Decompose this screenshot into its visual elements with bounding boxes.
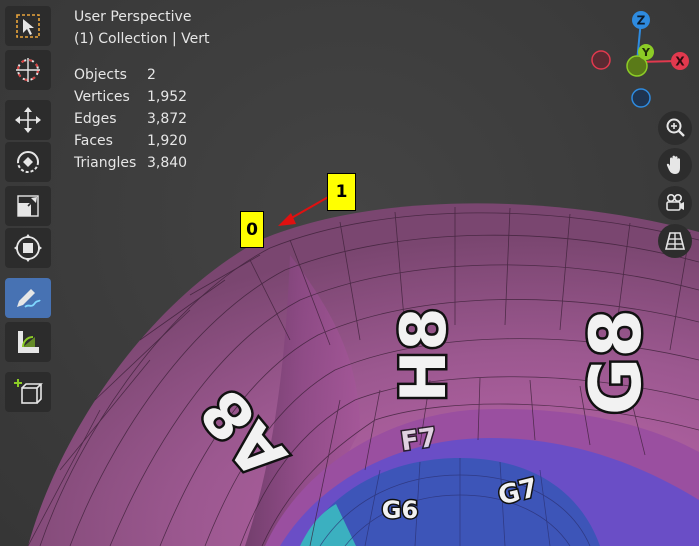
neg-x-axis-handle[interactable] [591,50,611,70]
annotate-icon [17,289,41,308]
add-cube-icon [14,379,43,404]
measure-icon [18,331,39,353]
annotate-tool[interactable] [5,278,51,318]
camera-view-button[interactable] [658,186,692,220]
stat-label: Faces [74,133,113,149]
mesh-label-f7: F7 [399,423,439,458]
cursor-icon [16,58,40,82]
measure-tool[interactable] [5,322,51,362]
scale-icon [17,195,39,217]
z-axis-label: Z [637,14,646,28]
x-axis-label: X [675,55,685,69]
stat-value: 1,952 [147,89,188,105]
stat-value: 1,920 [147,133,188,149]
zoom-button[interactable] [658,111,692,145]
mesh-label-h8: H8 [387,307,460,402]
move-tool[interactable] [5,100,51,140]
annotation-label-1: 1 [327,173,356,211]
viewport-title: User Perspective [74,9,192,25]
rotate-icon [17,151,39,173]
mesh-label-g6: G6 [382,496,418,524]
stat-triangles: Triangles 3,840 [74,152,187,174]
stat-objects: Objects 2 [74,64,187,86]
stat-faces: Faces 1,920 [74,130,187,152]
scene-statistics: Objects 2 Vertices 1,952 Edges 3,872 Fac… [74,64,187,174]
camera-icon [666,193,684,211]
grid-icon [664,232,686,250]
stat-edges: Edges 3,872 [74,108,187,130]
add-cube-tool[interactable] [5,372,51,412]
neg-z-axis-handle[interactable] [631,88,651,108]
scale-tool[interactable] [5,186,51,226]
transform-icon [14,234,42,262]
move-icon [15,107,41,133]
navigation-gizmo[interactable]: Z X Y [580,6,696,116]
stat-value: 3,840 [147,155,188,171]
stat-label: Triangles [74,155,137,171]
zoom-icon [666,118,685,137]
stat-vertices: Vertices 1,952 [74,86,187,108]
cursor-tool[interactable] [5,50,51,90]
transform-tool[interactable] [5,228,51,268]
stat-value: 2 [147,67,156,83]
stat-value: 3,872 [147,111,188,127]
select-box-tool[interactable] [5,6,51,46]
3d-viewport[interactable]: H8 G8 A8 F7 G7 G6 User Perspective (1) C… [0,0,699,546]
hand-icon [666,155,680,174]
stat-label: Objects [74,67,127,83]
mesh-label-g8: G8 [575,309,657,415]
rotate-tool[interactable] [5,142,51,182]
annotation-label-0: 0 [240,211,264,248]
perspective-toggle-button[interactable] [658,224,692,258]
y-axis-label: Y [641,46,651,59]
stat-label: Edges [74,111,117,127]
viewport-subtitle: (1) Collection | Vert [74,31,210,47]
pan-button[interactable] [658,148,692,182]
stat-label: Vertices [74,89,130,105]
select-box-icon [16,14,40,38]
